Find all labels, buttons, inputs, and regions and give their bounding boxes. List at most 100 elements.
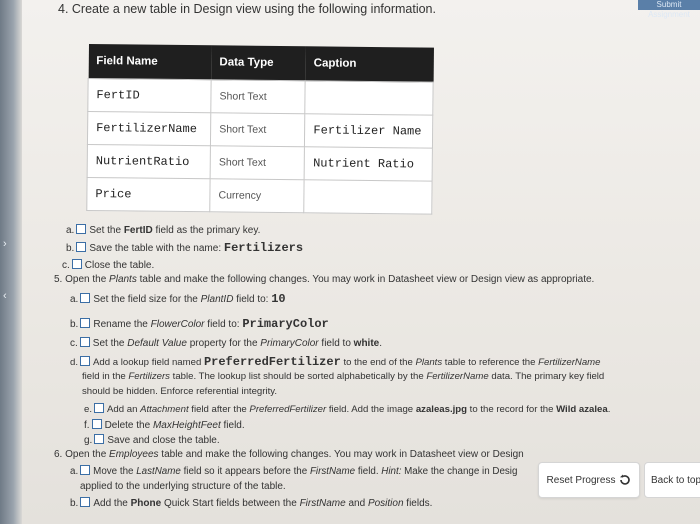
- header-field-name: Field Name: [88, 44, 212, 80]
- item-text: Close the table.: [84, 260, 155, 271]
- header-caption: Caption: [305, 46, 434, 83]
- step-5g-checkbox[interactable]: [94, 434, 105, 444]
- step-4c-checkbox[interactable]: [71, 259, 82, 269]
- item-text: Save the table with the name:: [89, 243, 224, 254]
- item-text: property for the: [186, 338, 261, 349]
- item-text: applied to the underlying structure of t…: [80, 481, 286, 492]
- item-text: Quick Start fields between the: [161, 498, 300, 509]
- item-text: field.: [220, 420, 245, 431]
- caption-cell: Nutrient Ratio: [304, 146, 433, 182]
- item-text: Rename the: [93, 319, 151, 330]
- item-italic: Position: [367, 498, 404, 509]
- item-italic: FirstName: [309, 466, 356, 477]
- step-6a-checkbox[interactable]: [80, 465, 91, 475]
- item-italic: Hint:: [381, 466, 402, 477]
- item-bold: white: [353, 338, 380, 349]
- item-text: table and make the following changes. Yo…: [158, 449, 524, 460]
- item-italic: Plants: [415, 357, 443, 368]
- reset-icon: [620, 474, 631, 485]
- data-type-cell: Short Text: [210, 79, 306, 114]
- item-text: field after the: [188, 404, 250, 415]
- item-text: Add an: [107, 404, 141, 415]
- item-italic: PrimaryColor: [260, 338, 319, 349]
- step-5d-line2: field in the Fertilizers table. The look…: [82, 371, 604, 382]
- step-5d-line3: should be hidden. Enforce referential in…: [82, 386, 277, 397]
- item-italic: FertilizerName: [538, 357, 601, 368]
- left-window-edge: › ‹: [0, 0, 22, 524]
- step-6-heading: 6. Open the Employees table and make the…: [54, 449, 524, 460]
- item-text: table to reference the: [442, 357, 539, 368]
- reset-progress-button[interactable]: Reset Progress: [538, 462, 640, 498]
- item-italic: Plants: [109, 274, 137, 285]
- step-4b: b. Save the table with the name: Fertiliz…: [66, 241, 303, 255]
- header-data-type: Data Type: [211, 45, 306, 81]
- step-5c: c. Set the Default Value property for the…: [70, 337, 382, 349]
- item-text: 5. Open the: [54, 274, 110, 285]
- table-row: NutrientRatio Short Text Nutrient Ratio: [87, 144, 433, 182]
- item-text: and: [345, 498, 368, 509]
- step-5e: e. Add an Attachment field after the Pref…: [84, 403, 610, 415]
- caption-cell: [304, 179, 433, 215]
- item-prefix: b.: [70, 319, 79, 330]
- item-italic: PreferredFertilizer: [249, 404, 327, 415]
- item-text: Move the: [93, 466, 137, 477]
- step-5b-checkbox[interactable]: [80, 318, 91, 328]
- item-text: Save and close the table.: [107, 435, 220, 446]
- item-text: field so it appears before the: [180, 466, 310, 477]
- item-text: fields.: [403, 498, 433, 509]
- table-row: FertID Short Text: [87, 78, 434, 116]
- field-name-cell: FertilizerName: [87, 111, 211, 146]
- back-to-top-label: Back to top: [651, 474, 700, 486]
- step-5d: d. Add a lookup field named PreferredFert…: [70, 355, 601, 369]
- field-name-cell: FertID: [87, 78, 212, 113]
- item-prefix: e.: [84, 404, 93, 415]
- step-4a-checkbox[interactable]: [76, 224, 87, 234]
- item-code: PrimaryColor: [242, 317, 329, 331]
- submit-assignment-link[interactable]: Submit Assignment: [638, 0, 700, 19]
- step-4b-checkbox[interactable]: [76, 242, 87, 252]
- item-text: table. The lookup list should be sorted …: [169, 371, 427, 382]
- item-italic: MaxHeightFeet: [152, 420, 221, 431]
- step-6b: b. Add the Phone Quick Start fields betwe…: [70, 497, 432, 509]
- step-6b-checkbox[interactable]: [80, 497, 91, 507]
- field-name-cell: Price: [86, 177, 211, 212]
- item-text: Add the: [93, 498, 131, 509]
- step-4a: a. Set the FertID field as the primary ke…: [66, 224, 260, 236]
- item-bold: azaleas.jpg: [415, 404, 468, 415]
- item-text: Add a lookup field named: [93, 357, 204, 368]
- item-text: data. The primary key field: [488, 371, 605, 382]
- step-5a-checkbox[interactable]: [80, 293, 91, 303]
- data-type-cell: Currency: [209, 178, 305, 213]
- item-text: Delete the: [104, 420, 153, 431]
- step-4c: c. Close the table.: [62, 259, 154, 271]
- data-type-cell: Short Text: [210, 112, 306, 147]
- item-code: 10: [271, 292, 286, 306]
- step-6a: a. Move the LastName field so it appears …: [70, 465, 517, 477]
- step-5c-checkbox[interactable]: [79, 337, 90, 347]
- item-text: field in the: [82, 371, 129, 382]
- field-table: Field Name Data Type Caption FertID Shor…: [86, 44, 434, 215]
- item-text: table and make the following changes. Yo…: [136, 274, 595, 285]
- step-4-heading: 4. Create a new table in Design view usi…: [58, 2, 436, 16]
- item-text: field.: [355, 466, 382, 477]
- item-code: PreferredFertilizer: [203, 355, 341, 369]
- item-text: field as the primary key.: [152, 225, 261, 236]
- item-text: Set the field size for the: [93, 294, 201, 305]
- item-bold: FertID: [123, 225, 153, 236]
- item-text: to the record for the: [467, 404, 557, 415]
- table-header-row: Field Name Data Type Caption: [88, 44, 434, 83]
- step-5d-checkbox[interactable]: [80, 356, 91, 366]
- item-text: should be hidden. Enforce referential in…: [82, 386, 278, 397]
- caption-cell: [305, 80, 434, 116]
- step-5e-checkbox[interactable]: [94, 403, 105, 413]
- back-to-top-button[interactable]: Back to top: [644, 462, 700, 498]
- item-text: .: [379, 338, 383, 349]
- item-text: Set the: [89, 225, 124, 236]
- arrow-icon: ‹: [3, 290, 7, 302]
- table-row: Price Currency: [86, 177, 433, 215]
- step-5f-checkbox[interactable]: [91, 419, 102, 429]
- item-code: Fertilizers: [223, 241, 304, 255]
- item-prefix: g.: [84, 435, 93, 446]
- item-prefix: b.: [66, 243, 75, 254]
- item-italic: FertilizerName: [426, 371, 489, 382]
